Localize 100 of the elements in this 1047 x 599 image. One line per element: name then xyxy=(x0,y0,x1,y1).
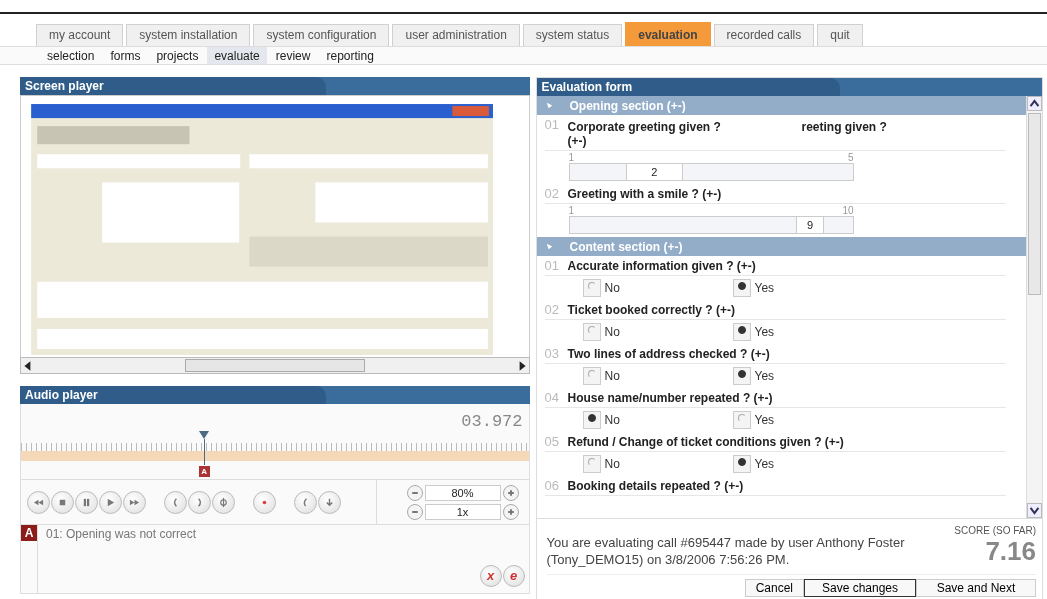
speed-field[interactable]: 1x xyxy=(424,504,501,520)
annotation-text: 01: Opening was not correct xyxy=(45,526,198,543)
radio-button[interactable] xyxy=(582,455,601,473)
radio-button[interactable] xyxy=(582,323,601,341)
nav-tab[interactable]: system status xyxy=(522,24,623,46)
nav-tab[interactable]: user administration xyxy=(392,24,520,46)
volume-down-button[interactable] xyxy=(406,485,423,501)
option-label: No xyxy=(604,369,620,383)
question-text: Refund / Change of ticket conditions given ? (+-) xyxy=(567,435,844,449)
option-label: No xyxy=(604,457,620,471)
play-button[interactable] xyxy=(99,490,122,514)
option-label: Yes xyxy=(754,325,775,339)
speed-down-button[interactable] xyxy=(406,504,423,520)
loop-button[interactable] xyxy=(212,490,235,514)
download-button[interactable] xyxy=(318,490,341,514)
horizontal-scrollbar[interactable] xyxy=(20,357,530,374)
question-text: Greeting with a smile ? (+-) xyxy=(567,187,722,201)
question-text: Ticket booked correctly ? (+-) xyxy=(567,303,735,317)
rewind-button[interactable] xyxy=(27,490,50,514)
question-number: 02 xyxy=(544,303,560,317)
scale-value[interactable]: 2 xyxy=(626,164,683,180)
option-label: No xyxy=(604,325,620,339)
nav-tab[interactable]: evaluation xyxy=(625,22,711,46)
radio-button[interactable] xyxy=(582,367,601,385)
playhead[interactable] xyxy=(198,431,209,439)
form-button[interactable]: Save changes xyxy=(804,579,916,597)
question-number: 04 xyxy=(544,391,560,405)
form-button[interactable]: Save and Next xyxy=(916,579,1036,597)
nav-tab[interactable]: quit xyxy=(817,24,863,46)
radio-button[interactable] xyxy=(732,279,751,297)
delete-button[interactable]: x xyxy=(479,565,502,587)
annotation-marker[interactable]: A xyxy=(198,466,210,477)
question-number: 02 xyxy=(544,187,560,201)
radio-button[interactable] xyxy=(732,323,751,341)
option-label: Yes xyxy=(754,369,775,383)
collapse-icon[interactable] xyxy=(544,242,554,251)
question-text: Booking details repeated ? (+-) xyxy=(567,479,744,493)
scroll-down-icon[interactable] xyxy=(1027,503,1042,518)
speed-up-button[interactable] xyxy=(502,504,519,520)
down-arrow-icon xyxy=(324,496,335,508)
score-value: 7.16 xyxy=(985,536,1036,566)
nav-tab[interactable]: my account xyxy=(36,24,124,46)
rating-scale[interactable]: 2 xyxy=(568,163,854,181)
pause-button[interactable] xyxy=(75,490,98,514)
nav-tab[interactable]: system installation xyxy=(126,24,251,46)
nav-tab[interactable]: system configuration xyxy=(253,24,390,46)
radio-button[interactable] xyxy=(732,367,751,385)
question-number: 03 xyxy=(544,347,560,361)
mark-start-button[interactable] xyxy=(164,490,187,514)
option-label: No xyxy=(604,413,620,427)
section-title: Opening section (+-) xyxy=(569,98,686,113)
form-button[interactable]: Cancel xyxy=(744,579,804,597)
vertical-scrollbar[interactable] xyxy=(1026,96,1042,518)
question-text: Two lines of address checked ? (+-) xyxy=(567,347,770,361)
pause-icon xyxy=(81,496,92,508)
score-label: SCORE (SO FAR) xyxy=(954,525,1036,536)
radio-button[interactable] xyxy=(732,411,751,429)
annotation-badge: A xyxy=(21,525,37,541)
option-label: Yes xyxy=(754,457,775,471)
radio-button[interactable] xyxy=(582,411,601,429)
panel-title: Audio player xyxy=(24,388,98,402)
question-number: 01 xyxy=(544,118,560,132)
panel-title: Evaluation form xyxy=(540,80,633,94)
scale-min-label: 1 xyxy=(568,152,575,163)
sub-tab[interactable]: selection xyxy=(40,47,102,64)
sub-tab[interactable]: reporting xyxy=(319,47,381,64)
edit-button[interactable]: e xyxy=(502,565,525,587)
panel-title: Screen player xyxy=(24,79,104,93)
question-text: Accurate information given ? (+-) xyxy=(567,259,756,273)
question-text: Corporate greeting given ? (+-) xyxy=(567,119,722,148)
question-number: 06 xyxy=(544,479,560,493)
option-label: Yes xyxy=(754,281,775,295)
fast-forward-button[interactable] xyxy=(123,490,146,514)
collapse-icon[interactable] xyxy=(544,101,554,110)
sub-tab[interactable]: projects xyxy=(149,47,206,64)
scale-max-label: 10 xyxy=(842,205,854,216)
scroll-up-icon[interactable] xyxy=(1027,96,1042,111)
question-text: reeting given ? xyxy=(801,120,887,134)
section-title: Content section (+-) xyxy=(569,239,683,254)
rating-scale[interactable]: 9 xyxy=(568,216,854,234)
sub-tab[interactable]: evaluate xyxy=(207,47,267,64)
sub-tab[interactable]: review xyxy=(268,47,318,64)
stop-button[interactable] xyxy=(51,490,74,514)
option-label: Yes xyxy=(754,413,775,427)
radio-button[interactable] xyxy=(732,455,751,473)
volume-field[interactable]: 80% xyxy=(424,485,501,501)
question-text: House name/number repeated ? (+-) xyxy=(567,391,773,405)
volume-up-button[interactable] xyxy=(502,485,519,501)
sub-tab[interactable]: forms xyxy=(103,47,148,64)
play-icon xyxy=(105,496,116,508)
nav-tab[interactable]: recorded calls xyxy=(713,24,815,46)
question-number: 01 xyxy=(544,259,560,273)
scale-min-label: 1 xyxy=(568,205,575,216)
question-number: 05 xyxy=(544,435,560,449)
option-label: No xyxy=(604,281,620,295)
radio-button[interactable] xyxy=(582,279,601,297)
evaluation-summary: You are evaluating call #695447 made by user Anthony Foster (Tony_DEMO15) on 3/8/2006 7:56:26 PM. xyxy=(546,534,906,568)
timeline-track[interactable]: A xyxy=(21,431,529,479)
scale-value[interactable]: 9 xyxy=(795,217,825,233)
scale-max-label: 5 xyxy=(847,152,854,163)
